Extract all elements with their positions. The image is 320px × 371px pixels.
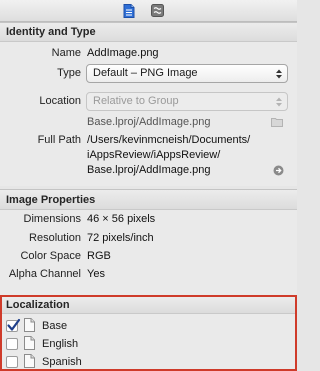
base-checkbox[interactable] bbox=[6, 318, 21, 332]
file-icon bbox=[24, 336, 35, 350]
full-path-line: iAppsReview/iAppsReview/ bbox=[87, 149, 221, 161]
identity-title: Identity and Type bbox=[6, 26, 96, 38]
localization-title: Localization bbox=[6, 299, 70, 311]
spanish-checkbox[interactable] bbox=[6, 356, 18, 368]
reveal-arrow-icon[interactable] bbox=[273, 165, 284, 176]
base-label: Base bbox=[42, 320, 68, 332]
type-row: Type Default – PNG Image bbox=[0, 64, 297, 83]
localization-item-spanish: Spanish bbox=[2, 353, 295, 371]
location-select-value: Relative to Group bbox=[93, 95, 179, 107]
identity-section: Name AddImage.png Type Default – PNG Ima… bbox=[0, 42, 297, 186]
alpha-channel-value: Yes bbox=[87, 268, 105, 280]
spanish-label: Spanish bbox=[42, 356, 82, 368]
file-inspector-icon[interactable] bbox=[122, 3, 136, 18]
file-icon bbox=[24, 354, 35, 368]
english-label: English bbox=[42, 338, 79, 350]
location-select[interactable]: Relative to Group bbox=[86, 92, 288, 111]
color-space-label: Color Space bbox=[20, 250, 81, 262]
location-label: Location bbox=[39, 95, 81, 107]
color-space-row: Color Space RGB bbox=[0, 249, 297, 265]
type-label: Type bbox=[57, 67, 81, 79]
localization-item-english: English bbox=[2, 335, 295, 353]
image-properties-header: Image Properties bbox=[0, 189, 297, 210]
full-path-row: Full Path /Users/kevinmcneish/Documents/… bbox=[0, 133, 297, 181]
resolution-value: 72 pixels/inch bbox=[87, 232, 154, 244]
name-label: Name bbox=[51, 47, 81, 59]
name-row: Name AddImage.png bbox=[0, 46, 297, 62]
updown-arrows-icon bbox=[275, 95, 283, 108]
file-icon bbox=[24, 318, 35, 332]
quick-help-icon[interactable] bbox=[150, 3, 164, 18]
dimensions-row: Dimensions 46 × 56 pixels bbox=[0, 212, 297, 228]
image-properties-section: Dimensions 46 × 56 pixels Resolution 72 … bbox=[0, 210, 297, 295]
resolution-label: Resolution bbox=[29, 232, 81, 244]
location-row: Location Relative to Group bbox=[0, 92, 297, 111]
type-select-value: Default – PNG Image bbox=[93, 67, 198, 79]
inspector-toolbar bbox=[0, 0, 297, 22]
location-path-row: Base.lproj/AddImage.png bbox=[0, 115, 297, 131]
localization-section: Localization Base English Spanish bbox=[0, 295, 297, 371]
alpha-channel-label: Alpha Channel bbox=[8, 268, 81, 280]
english-checkbox[interactable] bbox=[6, 338, 18, 350]
location-path: Base.lproj/AddImage.png bbox=[87, 116, 211, 128]
resolution-row: Resolution 72 pixels/inch bbox=[0, 231, 297, 247]
type-select[interactable]: Default – PNG Image bbox=[86, 64, 288, 83]
identity-section-header: Identity and Type bbox=[0, 22, 297, 42]
dimensions-label: Dimensions bbox=[23, 213, 81, 225]
full-path-label: Full Path bbox=[37, 134, 81, 146]
image-properties-title: Image Properties bbox=[6, 193, 96, 206]
name-field[interactable]: AddImage.png bbox=[87, 47, 159, 59]
folder-icon[interactable] bbox=[271, 117, 283, 127]
updown-arrows-icon bbox=[275, 67, 283, 80]
alpha-channel-row: Alpha Channel Yes bbox=[0, 267, 297, 283]
full-path-line: /Users/kevinmcneish/Documents/ bbox=[87, 134, 251, 146]
full-path-line: Base.lproj/AddImage.png bbox=[87, 164, 211, 176]
localization-item-base: Base bbox=[2, 317, 295, 335]
dimensions-value: 46 × 56 pixels bbox=[87, 213, 156, 225]
localization-header: Localization bbox=[2, 297, 295, 314]
color-space-value: RGB bbox=[87, 250, 111, 262]
